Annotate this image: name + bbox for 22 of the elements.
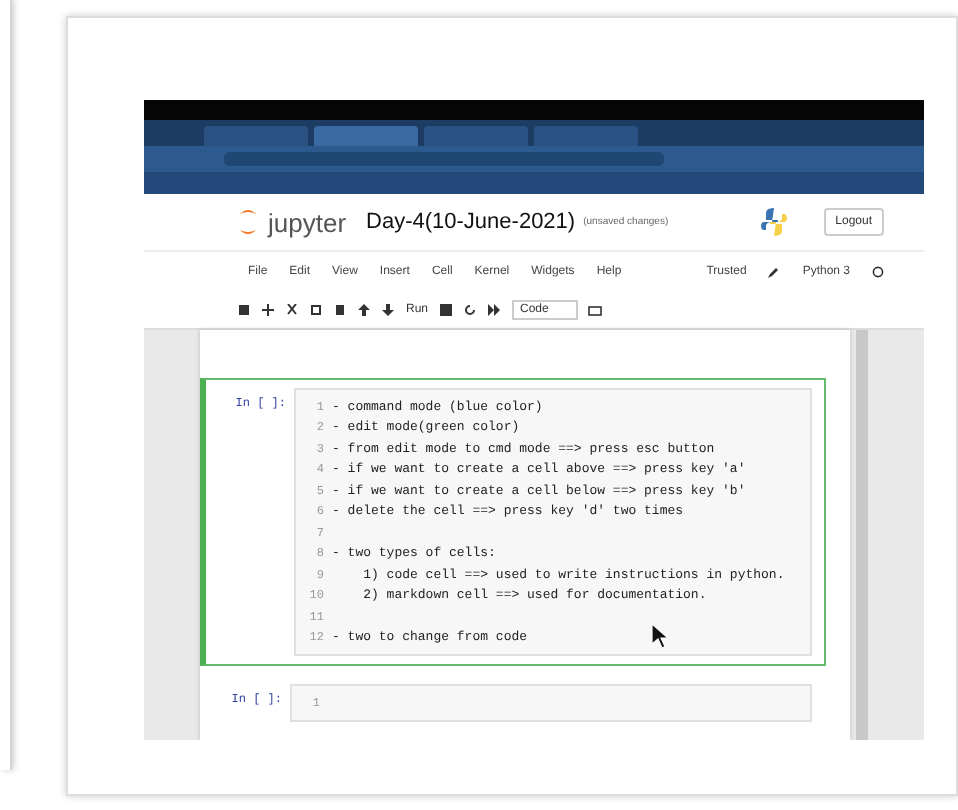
cut-icon[interactable] [284, 302, 300, 318]
jupyter-logo-icon [236, 206, 260, 238]
copy-icon[interactable] [308, 302, 324, 318]
paste-icon[interactable] [332, 302, 348, 318]
up-icon[interactable] [356, 302, 372, 318]
kernel-status-icon [872, 266, 884, 278]
python-logo-icon [759, 206, 788, 238]
save-icon[interactable] [236, 302, 252, 318]
pencil-icon [768, 266, 781, 278]
down-icon[interactable] [380, 302, 396, 318]
stop-icon[interactable] [438, 302, 455, 318]
restart-icon[interactable] [462, 302, 479, 318]
code-area[interactable] [294, 388, 812, 656]
scrollbar[interactable] [856, 330, 868, 740]
notebook-cell[interactable] [200, 378, 826, 666]
fast-forward-icon[interactable] [486, 302, 505, 318]
notebook-title[interactable]: Day-4(10-June-2021) [366, 210, 576, 234]
plus-icon[interactable] [260, 302, 276, 318]
keyboard-icon[interactable] [586, 303, 605, 317]
mouse-pointer-icon [652, 624, 668, 648]
logo-text: jupyter [268, 207, 347, 237]
url-field[interactable] [224, 152, 664, 166]
